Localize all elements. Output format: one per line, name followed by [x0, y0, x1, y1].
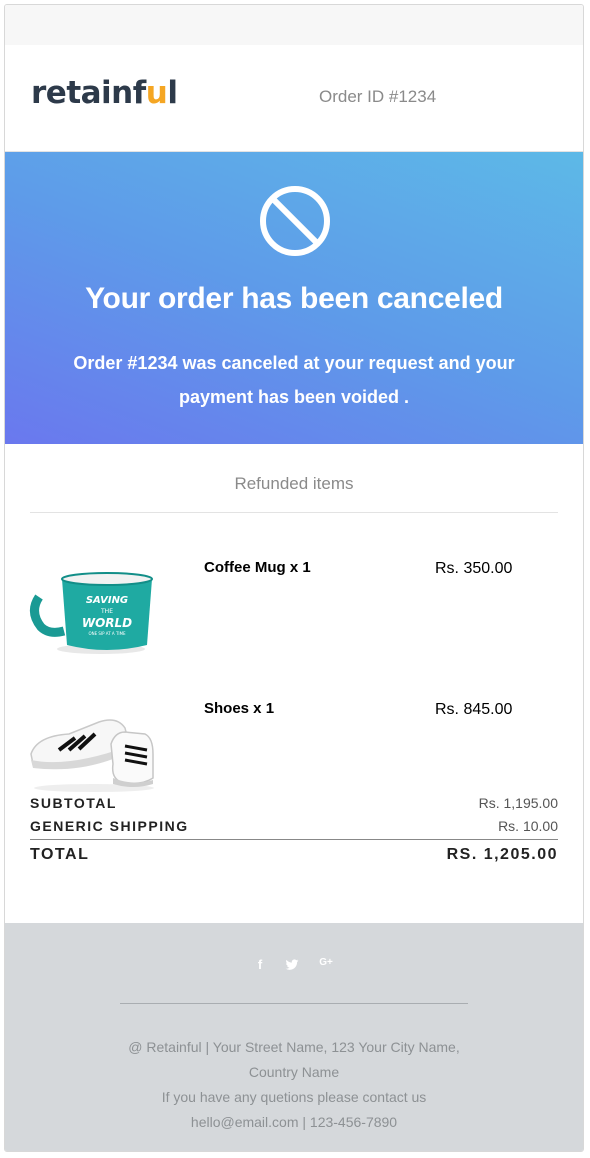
- google-plus-icon[interactable]: G+: [317, 957, 335, 973]
- order-id-label: Order ID #1234: [319, 87, 437, 106]
- list-item: Shoes x 1 Rs. 845.00: [5, 658, 583, 799]
- cancel-message: Order #1234 was canceled at your request…: [73, 353, 515, 407]
- cancel-banner: Your order has been canceled Order #1234…: [5, 152, 583, 444]
- logo-text-suffix: l: [167, 75, 178, 111]
- refunded-divider: [30, 512, 558, 513]
- order-totals: SUBTOTAL Rs. 1,195.00 GENERIC SHIPPING R…: [30, 791, 558, 864]
- retainful-logo[interactable]: retainful: [31, 75, 178, 111]
- subtotal-label: SUBTOTAL: [30, 794, 117, 811]
- item-name: Coffee Mug x 1: [204, 559, 311, 576]
- sneakers-image: [30, 719, 154, 792]
- contact-line: If you have any quetions please contact …: [161, 1089, 427, 1105]
- total-value: RS. 1,205.00: [446, 846, 558, 863]
- list-item: SAVING THE WORLD ONE SIP AT A TIME Coffe…: [5, 517, 583, 658]
- facebook-icon[interactable]: f: [253, 957, 267, 973]
- top-strip: [5, 5, 583, 45]
- logo-text-highlight: u: [145, 75, 168, 111]
- mug-text-2: THE: [100, 608, 113, 615]
- mug-text-4: ONE SIP AT A TIME: [88, 631, 126, 636]
- shipping-row: GENERIC SHIPPING Rs. 10.00: [30, 814, 558, 837]
- email-frame: retainful Order ID #1234 Your order has …: [4, 4, 584, 1152]
- refunded-heading: Refunded items: [234, 474, 354, 493]
- shipping-value: Rs. 10.00: [498, 817, 558, 834]
- email-footer: f G+ @ Retainful | Your Street Name, 123…: [5, 923, 583, 1151]
- shipping-label: GENERIC SHIPPING: [30, 817, 189, 834]
- address-line-1: @ Retainful | Your Street Name, 123 Your…: [128, 1039, 460, 1055]
- mug-text-1: SAVING: [86, 595, 128, 606]
- total-label: TOTAL: [30, 846, 90, 863]
- social-links: f G+: [5, 957, 583, 973]
- coffee-mug-image: SAVING THE WORLD ONE SIP AT A TIME: [30, 572, 153, 654]
- mug-text-3: WORLD: [82, 616, 132, 630]
- item-name: Shoes x 1: [204, 700, 275, 717]
- item-price: Rs. 350.00: [435, 560, 513, 577]
- cancel-icon: [260, 186, 330, 256]
- total-row: TOTAL RS. 1,205.00: [30, 839, 558, 864]
- address-line-2: Country Name: [248, 1064, 340, 1080]
- cancel-title: Your order has been canceled: [85, 282, 503, 315]
- twitter-icon[interactable]: [285, 958, 299, 972]
- subtotal-value: Rs. 1,195.00: [478, 794, 558, 811]
- footer-address: @ Retainful | Your Street Name, 123 Your…: [105, 1035, 483, 1135]
- subtotal-row: SUBTOTAL Rs. 1,195.00: [30, 791, 558, 814]
- email-header: retainful Order ID #1234: [5, 45, 583, 152]
- logo-text-prefix: retainf: [31, 75, 146, 111]
- footer-divider: [120, 1003, 468, 1004]
- email-phone-line[interactable]: hello@email.com | 123-456-7890: [105, 1110, 483, 1135]
- item-price: Rs. 845.00: [435, 701, 513, 718]
